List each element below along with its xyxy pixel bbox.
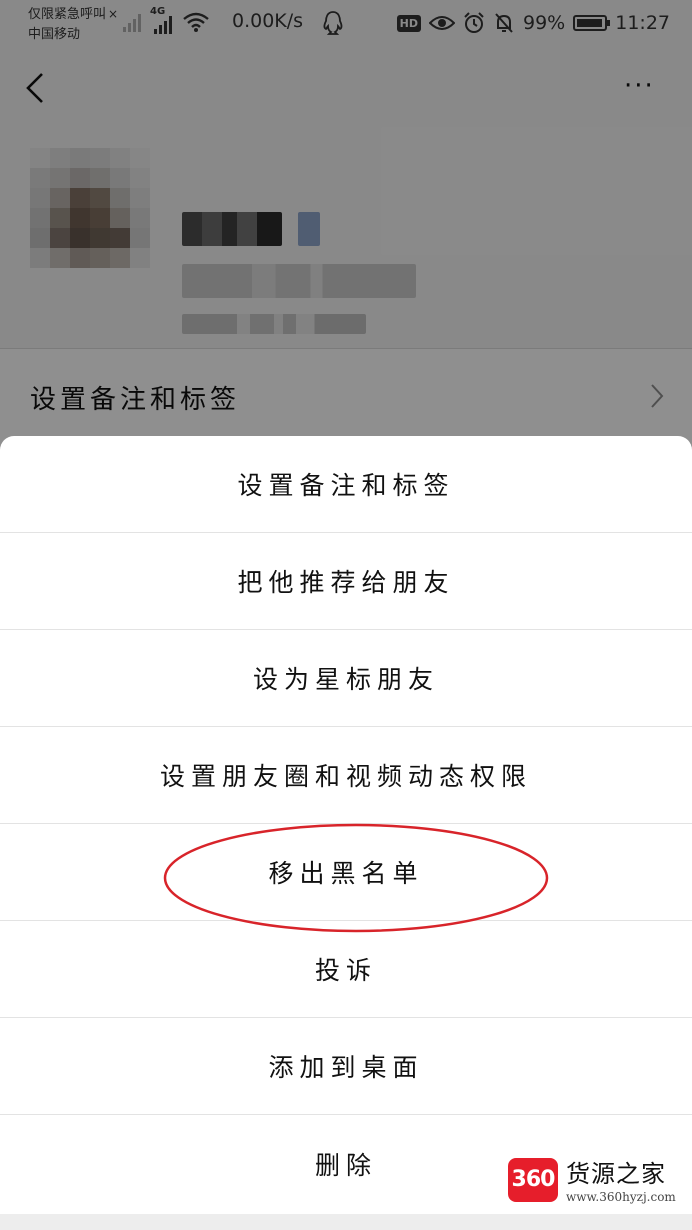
sheet-item-label: 把他推荐给朋友	[237, 568, 455, 597]
sheet-item-label: 设为星标朋友	[252, 665, 439, 694]
sheet-item-label: 删除	[314, 1150, 377, 1180]
sheet-item-label: 添加到桌面	[268, 1053, 424, 1082]
watermark-logo: 360	[508, 1158, 558, 1202]
sheet-item-label: 设置备注和标签	[237, 471, 455, 500]
sheet-item-label: 设置朋友圈和视频动态权限	[159, 762, 532, 791]
watermark: 360 货源之家 www.360hyzj.com	[500, 1148, 690, 1218]
sheet-item-set-remark-tags[interactable]: 设置备注和标签	[0, 436, 692, 533]
sheet-item-add-to-desktop[interactable]: 添加到桌面	[0, 1018, 692, 1115]
sheet-item-moments-permissions[interactable]: 设置朋友圈和视频动态权限	[0, 727, 692, 824]
sheet-item-star-friend[interactable]: 设为星标朋友	[0, 630, 692, 727]
sheet-item-label: 投诉	[314, 956, 377, 985]
watermark-url: www.360hyzj.com	[566, 1190, 676, 1204]
watermark-title: 货源之家	[566, 1160, 666, 1188]
highlight-ellipse-annotation	[163, 823, 549, 933]
sheet-item-recommend-friend[interactable]: 把他推荐给朋友	[0, 533, 692, 630]
